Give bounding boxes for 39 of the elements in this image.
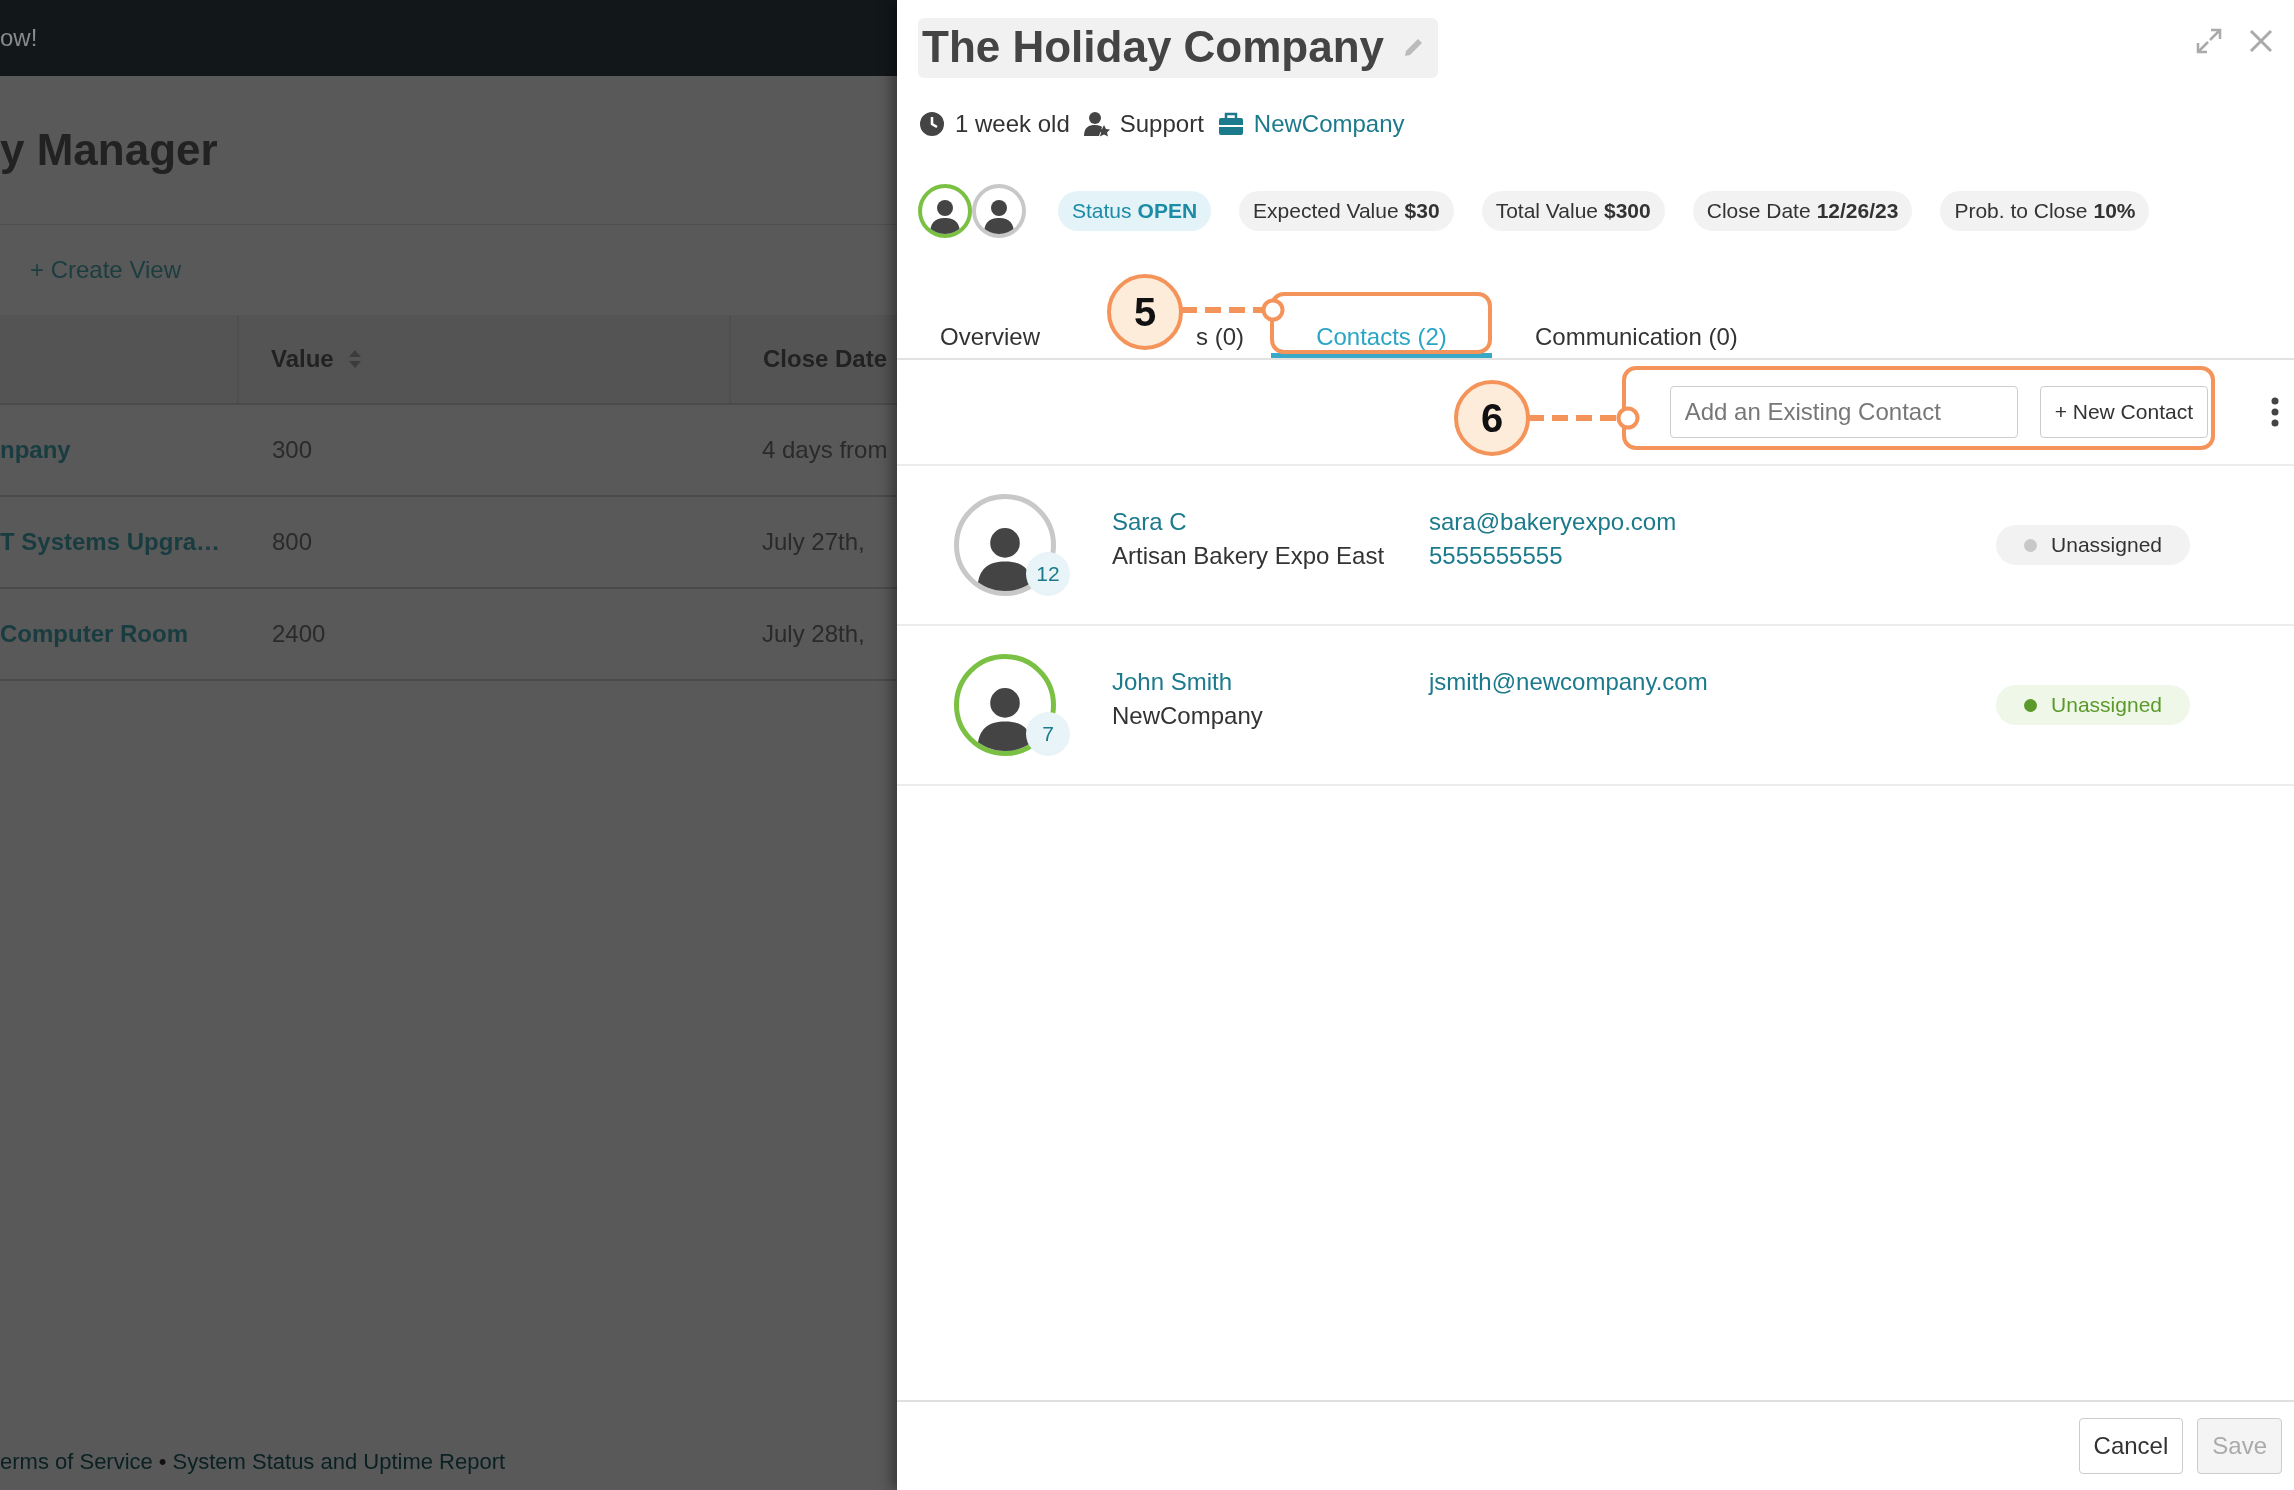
separator: • [158, 1449, 167, 1475]
count-badge: 7 [1026, 712, 1070, 756]
status-chip: Status OPEN [1058, 191, 1212, 231]
person-icon [1083, 111, 1110, 137]
tab[interactable]: Overview [940, 324, 1041, 349]
contact-company: Artisan Bakery Expo East [1112, 542, 1386, 570]
page-title: y Manager [0, 125, 218, 175]
value-chip: Close Date 12/26/23 [1692, 191, 1913, 231]
status-pill[interactable]: Unassigned [1996, 685, 2190, 725]
tab[interactable]: Communication (0) [1535, 324, 1738, 349]
tab[interactable]: Contacts (2) [1316, 324, 1447, 349]
briefcase-icon [1217, 111, 1244, 137]
count-badge: 12 [1026, 552, 1070, 596]
meta-text: Support [1119, 110, 1204, 138]
contact-name[interactable]: John Smith [1112, 668, 1429, 696]
step-badge: 5 [1107, 274, 1183, 350]
clock-icon [919, 111, 945, 137]
company-link[interactable]: NewCompany [1253, 110, 1405, 138]
more-icon[interactable] [2270, 397, 2280, 427]
phone-link[interactable]: 5555555555 [1429, 542, 1997, 570]
title-box[interactable]: The Holiday Company [918, 18, 1439, 78]
deal-title: The Holiday Company [922, 22, 1385, 72]
footer-button[interactable]: Cancel [2078, 1418, 2184, 1474]
avatar[interactable] [972, 184, 1026, 238]
contact-company: NewCompany [1112, 702, 1264, 730]
value-chip: Total Value $300 [1481, 191, 1665, 231]
contact-name[interactable]: Sara C [1112, 508, 1429, 536]
tab[interactable]: s (0) [1196, 324, 1244, 349]
avatar[interactable] [918, 184, 972, 238]
contact-search-field[interactable]: Add an Existing Contact [1669, 386, 2018, 438]
banner-text: ow! [0, 24, 38, 52]
value-chip: Prob. to Close 10% [1940, 191, 2150, 231]
value-chip: Expected Value $30 [1239, 191, 1454, 231]
email-link[interactable]: jsmith@newcompany.com [1429, 668, 1997, 696]
email-link[interactable]: sara@bakeryexpo.com [1429, 508, 1997, 536]
status-pill[interactable]: Unassigned [1996, 525, 2190, 565]
new-contact-button[interactable]: + New Contact [2039, 386, 2208, 438]
step-badge: 6 [1454, 380, 1530, 456]
meta-text: 1 week old [955, 110, 1070, 138]
